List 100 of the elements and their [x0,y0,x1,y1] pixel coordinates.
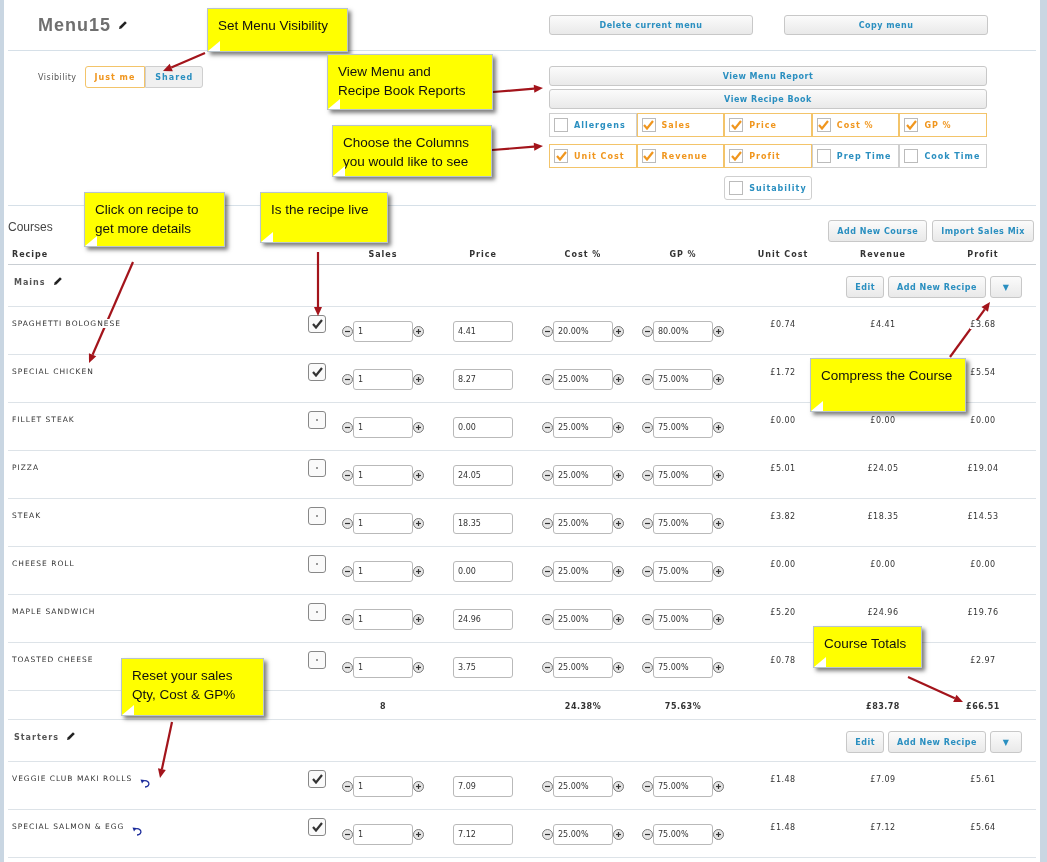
pencil-icon[interactable] [65,731,76,741]
plus-icon[interactable] [613,781,624,792]
live-checkbox[interactable] [308,818,326,836]
minus-icon[interactable] [542,374,553,385]
plus-icon[interactable] [713,829,724,840]
minus-icon[interactable] [342,326,353,337]
column-toggle[interactable]: Cook Time [899,144,987,168]
cost-input[interactable]: 25.00% [553,513,613,534]
plus-icon[interactable] [413,518,424,529]
price-input[interactable]: 24.05 [453,465,513,486]
column-toggle[interactable]: Allergens [549,113,637,137]
plus-icon[interactable] [713,518,724,529]
column-toggle[interactable]: Suitability [724,176,812,200]
plus-icon[interactable] [413,662,424,673]
minus-icon[interactable] [642,374,653,385]
minus-icon[interactable] [342,662,353,673]
plus-icon[interactable] [613,326,624,337]
live-checkbox[interactable] [308,411,326,429]
minus-icon[interactable] [642,781,653,792]
minus-icon[interactable] [542,781,553,792]
gp-input[interactable]: 75.00% [653,561,713,582]
sales-input[interactable]: 1 [353,824,413,845]
pencil-icon[interactable] [118,20,129,30]
plus-icon[interactable] [413,422,424,433]
live-checkbox[interactable] [308,603,326,621]
plus-icon[interactable] [713,662,724,673]
plus-icon[interactable] [413,470,424,481]
sales-input[interactable]: 1 [353,465,413,486]
cost-input[interactable]: 20.00% [553,321,613,342]
gp-input[interactable]: 75.00% [653,824,713,845]
price-input[interactable]: 0.00 [453,561,513,582]
gp-input[interactable]: 75.00% [653,513,713,534]
cost-input[interactable]: 25.00% [553,417,613,438]
minus-icon[interactable] [342,470,353,481]
sales-input[interactable]: 1 [353,417,413,438]
cost-input[interactable]: 25.00% [553,609,613,630]
gp-input[interactable]: 75.00% [653,609,713,630]
cost-input[interactable]: 25.00% [553,776,613,797]
price-input[interactable]: 8.27 [453,369,513,390]
plus-icon[interactable] [613,566,624,577]
plus-icon[interactable] [713,614,724,625]
plus-icon[interactable] [413,374,424,385]
gp-input[interactable]: 75.00% [653,657,713,678]
sales-input[interactable]: 1 [353,657,413,678]
price-input[interactable]: 3.75 [453,657,513,678]
minus-icon[interactable] [642,566,653,577]
gp-input[interactable]: 75.00% [653,417,713,438]
plus-icon[interactable] [713,470,724,481]
pencil-icon[interactable] [52,276,63,286]
minus-icon[interactable] [342,781,353,792]
plus-icon[interactable] [613,518,624,529]
price-input[interactable]: 7.09 [453,776,513,797]
price-input[interactable]: 4.41 [453,321,513,342]
sales-input[interactable]: 1 [353,776,413,797]
cost-input[interactable]: 25.00% [553,369,613,390]
plus-icon[interactable] [613,829,624,840]
cost-input[interactable]: 25.00% [553,657,613,678]
gp-input[interactable]: 75.00% [653,776,713,797]
minus-icon[interactable] [542,326,553,337]
gp-input[interactable]: 75.00% [653,369,713,390]
live-checkbox[interactable] [308,651,326,669]
minus-icon[interactable] [542,422,553,433]
minus-icon[interactable] [542,518,553,529]
gp-input[interactable]: 75.00% [653,465,713,486]
sales-input[interactable]: 1 [353,321,413,342]
minus-icon[interactable] [642,614,653,625]
plus-icon[interactable] [613,470,624,481]
minus-icon[interactable] [642,470,653,481]
plus-icon[interactable] [713,374,724,385]
live-checkbox[interactable] [308,459,326,477]
live-checkbox[interactable] [308,363,326,381]
plus-icon[interactable] [613,662,624,673]
sales-input[interactable]: 1 [353,561,413,582]
live-checkbox[interactable] [308,315,326,333]
minus-icon[interactable] [642,829,653,840]
plus-icon[interactable] [713,566,724,577]
plus-icon[interactable] [613,422,624,433]
live-checkbox[interactable] [308,770,326,788]
plus-icon[interactable] [713,326,724,337]
plus-icon[interactable] [613,614,624,625]
minus-icon[interactable] [642,662,653,673]
plus-icon[interactable] [713,781,724,792]
plus-icon[interactable] [713,422,724,433]
plus-icon[interactable] [413,326,424,337]
cost-input[interactable]: 25.00% [553,561,613,582]
minus-icon[interactable] [342,374,353,385]
minus-icon[interactable] [642,518,653,529]
minus-icon[interactable] [342,614,353,625]
sales-input[interactable]: 1 [353,609,413,630]
minus-icon[interactable] [342,518,353,529]
minus-icon[interactable] [542,829,553,840]
price-input[interactable]: 24.96 [453,609,513,630]
price-input[interactable]: 0.00 [453,417,513,438]
plus-icon[interactable] [413,614,424,625]
plus-icon[interactable] [413,566,424,577]
live-checkbox[interactable] [308,507,326,525]
minus-icon[interactable] [342,422,353,433]
minus-icon[interactable] [342,829,353,840]
minus-icon[interactable] [642,422,653,433]
plus-icon[interactable] [613,374,624,385]
